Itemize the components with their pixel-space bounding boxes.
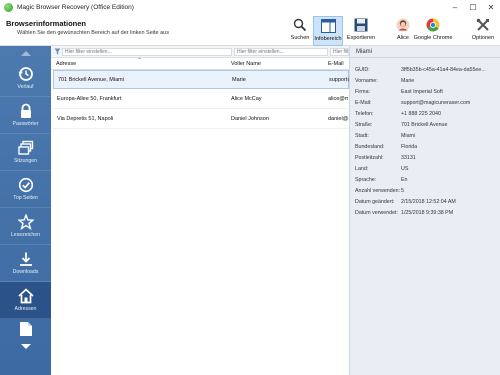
page-subtitle: Wählen Sie den gewünschten Bereich auf d…: [17, 30, 169, 36]
sidebar-item-addresses[interactable]: Adressen: [0, 282, 51, 319]
detail-field-guid: GUID: 3ff5b35b-c45a-41a4-84ea-da55ee...: [355, 67, 486, 73]
home-icon: [17, 288, 34, 304]
row-address: Europa-Allee 50, Frankfurt: [57, 96, 122, 102]
sidebar-item-bookmarks[interactable]: Lesezeichen: [0, 208, 51, 245]
profile-button[interactable]: Alice: [392, 16, 414, 46]
minimize-button[interactable]: –: [446, 0, 464, 14]
search-button-label: Suchen: [290, 35, 310, 41]
sidebar-scroll-up-button[interactable]: [0, 46, 51, 60]
column-header-name[interactable]: Voller Name: [231, 61, 261, 67]
row-address: Via Depretis 51, Napoli: [57, 116, 114, 122]
download-icon: [19, 252, 32, 266]
export-button[interactable]: Exportieren: [345, 16, 377, 46]
info-panel-icon: [320, 17, 336, 35]
info-panel-button-label: Infobereich: [314, 36, 342, 42]
detail-field-zip: Postleitzahl: 33131: [355, 155, 416, 161]
detail-field-date-used: Datum verwendet: 1/25/2018 9:39:38 PM: [355, 210, 454, 216]
detail-field-use-count: Anzahl verwenden: 5: [355, 188, 404, 194]
star-icon: [17, 214, 34, 230]
header: Browserinformationen Wählen Sie den gewü…: [0, 14, 500, 46]
tools-icon: [476, 16, 490, 34]
row-address: 701 Brickell Avenue, Miami: [58, 77, 124, 83]
sidebar-item-label: Sitzungen: [13, 158, 38, 164]
window-controls: – ☐ ✕: [446, 0, 500, 14]
detail-field-city: Stadt: Miami: [355, 133, 416, 139]
sidebar-item-sessions[interactable]: Sitzungen: [0, 134, 51, 171]
filter-bar: [51, 46, 349, 58]
sidebar-item-downloads[interactable]: Downloads: [0, 245, 51, 282]
user-avatar-icon: [396, 16, 410, 34]
sidebar: Verlauf Passwörter Sitzungen Top Seiten …: [0, 46, 51, 375]
chevron-up-icon: [20, 50, 31, 56]
address-filter-input[interactable]: [62, 48, 232, 56]
detail-field-state: Bundesland: Florida: [355, 144, 418, 150]
row-email: alice@mail.com: [328, 96, 348, 102]
sidebar-item-passwords[interactable]: Passwörter: [0, 97, 51, 134]
sidebar-item-label: Lesezeichen: [10, 232, 41, 238]
sidebar-item-label: Passwörter: [12, 121, 39, 127]
address-table-panel: Adresse ⌃ Voller Name E-Mail 701 Brickel…: [51, 46, 349, 375]
sidebar-item-history[interactable]: Verlauf: [0, 60, 51, 97]
detail-field-company: Firma: East Imperial Soft: [355, 89, 443, 95]
detail-field-first-name: Vorname: Marie: [355, 78, 415, 84]
table-row[interactable]: Via Depretis 51, Napoli Daniel Johnson d…: [53, 110, 349, 129]
detail-field-date-modified: Datum geändert: 2/15/2018 12:52:04 AM: [355, 199, 456, 205]
history-icon: [18, 67, 33, 81]
check-icon: [18, 177, 33, 193]
column-header-email[interactable]: E-Mail: [328, 61, 344, 67]
column-header-address[interactable]: Adresse: [56, 61, 76, 67]
sidebar-item-label: Adressen: [14, 306, 37, 312]
row-name: Marie: [232, 77, 246, 83]
details-title: Miami: [356, 49, 372, 55]
sort-ascending-icon: ⌃: [137, 58, 143, 64]
search-icon: [293, 16, 307, 34]
profile-button-label: Alice: [397, 35, 409, 41]
close-button[interactable]: ✕: [482, 0, 500, 14]
sidebar-item-label: Top Seiten: [13, 195, 38, 201]
info-panel-button[interactable]: Infobereich: [313, 16, 343, 46]
app-logo-icon: [4, 2, 13, 12]
details-header: Miami: [350, 46, 500, 58]
options-button-label: Optionen: [471, 35, 495, 41]
search-button[interactable]: Suchen: [287, 16, 313, 46]
page-title: Browserinformationen: [6, 19, 87, 28]
sidebar-item-label: Verlauf: [17, 84, 34, 90]
row-name: Daniel Johnson: [231, 116, 269, 122]
detail-field-country: Land: US: [355, 166, 409, 172]
browser-button[interactable]: Google Chrome: [414, 16, 452, 46]
title-bar: Magic Browser Recovery (Office Edition) …: [0, 0, 500, 14]
detail-field-phone: Telefon: +1 888 225 2040: [355, 111, 441, 117]
lock-icon: [20, 103, 31, 118]
sessions-icon: [17, 140, 33, 155]
table-row[interactable]: 701 Brickell Avenue, Miami Marie support…: [53, 70, 349, 89]
details-panel: Miami GUID: 3ff5b35b-c45a-41a4-84ea-da55e…: [349, 46, 500, 375]
save-icon: [354, 16, 368, 34]
options-button[interactable]: Optionen: [470, 16, 496, 46]
name-filter-input[interactable]: [234, 48, 328, 56]
chrome-icon: [426, 16, 440, 34]
export-button-label: Exportieren: [346, 35, 376, 41]
sidebar-item-documents[interactable]: [0, 319, 51, 339]
row-email: support@magicuneraser.com: [329, 77, 349, 83]
email-filter-input[interactable]: [330, 48, 349, 56]
document-icon: [19, 322, 32, 336]
sidebar-item-top-sites[interactable]: Top Seiten: [0, 171, 51, 208]
detail-field-language: Sprache: En: [355, 177, 408, 183]
chevron-down-icon: [20, 343, 31, 349]
detail-field-email: E-Mail: support@magicuneraser.com: [355, 100, 471, 106]
table-row[interactable]: Europa-Allee 50, Frankfurt Alice McCay a…: [53, 90, 349, 109]
row-email: daniel@mail.com: [328, 116, 348, 122]
sidebar-scroll-down-button[interactable]: [0, 339, 51, 353]
table-header: Adresse ⌃ Voller Name E-Mail: [51, 58, 349, 70]
row-name: Alice McCay: [231, 96, 262, 102]
maximize-button[interactable]: ☐: [464, 0, 482, 14]
browser-button-label: Google Chrome: [413, 35, 453, 41]
window-title: Magic Browser Recovery (Office Edition): [17, 3, 134, 11]
sidebar-item-label: Downloads: [12, 269, 39, 275]
detail-field-street: Straße: 701 Brickell Avenue: [355, 122, 448, 128]
filter-icon[interactable]: [54, 48, 61, 55]
